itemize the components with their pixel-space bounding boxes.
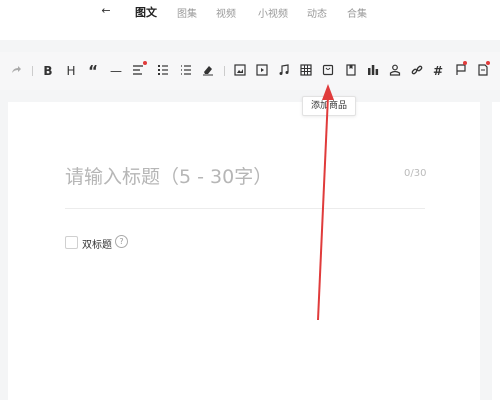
tab-collection[interactable]: 合集 bbox=[347, 5, 367, 20]
redo-icon[interactable] bbox=[10, 64, 22, 78]
tab-article[interactable]: 图文 bbox=[135, 4, 157, 20]
tab-gallery[interactable]: 图集 bbox=[177, 5, 197, 20]
toolbar-divider bbox=[32, 66, 33, 76]
notification-dot bbox=[463, 61, 467, 65]
unordered-list-icon[interactable] bbox=[180, 64, 192, 78]
toolbar-divider bbox=[224, 66, 225, 76]
arrow-left-icon[interactable]: ← bbox=[99, 4, 113, 18]
quote-button[interactable]: “ bbox=[88, 64, 98, 79]
chart-icon[interactable] bbox=[367, 64, 379, 78]
tab-short-video[interactable]: 小视频 bbox=[258, 5, 288, 20]
eraser-icon[interactable] bbox=[202, 64, 214, 78]
tab-moments[interactable]: 动态 bbox=[307, 5, 327, 20]
tab-video[interactable]: 视频 bbox=[216, 5, 236, 20]
flag-icon[interactable] bbox=[455, 64, 467, 78]
notification-dot bbox=[486, 61, 490, 65]
link-icon[interactable] bbox=[411, 64, 423, 78]
double-title-checkbox[interactable] bbox=[65, 236, 78, 249]
document-icon[interactable] bbox=[477, 64, 489, 78]
title-underline bbox=[65, 208, 425, 209]
hashtag-button[interactable]: # bbox=[433, 64, 443, 78]
bookmark-icon[interactable] bbox=[345, 64, 357, 78]
title-input[interactable]: 请输入标题（5 - 30字） bbox=[65, 162, 272, 189]
bold-button[interactable]: B bbox=[43, 64, 53, 78]
ordered-list-icon[interactable] bbox=[157, 64, 169, 78]
heading-button[interactable]: H bbox=[66, 64, 76, 78]
music-icon[interactable] bbox=[278, 64, 290, 78]
side-panel bbox=[492, 102, 500, 400]
video-icon[interactable] bbox=[256, 64, 268, 78]
divider-button[interactable]: — bbox=[110, 64, 122, 78]
top-nav: ← 图文 图集 视频 小视频 动态 合集 bbox=[0, 0, 500, 40]
title-char-counter: 0/30 bbox=[404, 168, 427, 179]
user-icon[interactable] bbox=[389, 64, 401, 78]
tooltip-add-product: 添加商品 bbox=[302, 96, 356, 116]
question-icon[interactable]: ? bbox=[115, 235, 128, 248]
image-icon[interactable] bbox=[234, 64, 246, 78]
notification-dot bbox=[143, 61, 147, 65]
align-icon[interactable] bbox=[132, 64, 144, 78]
product-icon[interactable] bbox=[322, 64, 334, 78]
editor-toolbar: B H “ — # bbox=[0, 52, 500, 90]
double-title-label: 双标题 bbox=[82, 240, 112, 251]
table-icon[interactable] bbox=[300, 64, 312, 78]
editor-card bbox=[8, 102, 480, 400]
